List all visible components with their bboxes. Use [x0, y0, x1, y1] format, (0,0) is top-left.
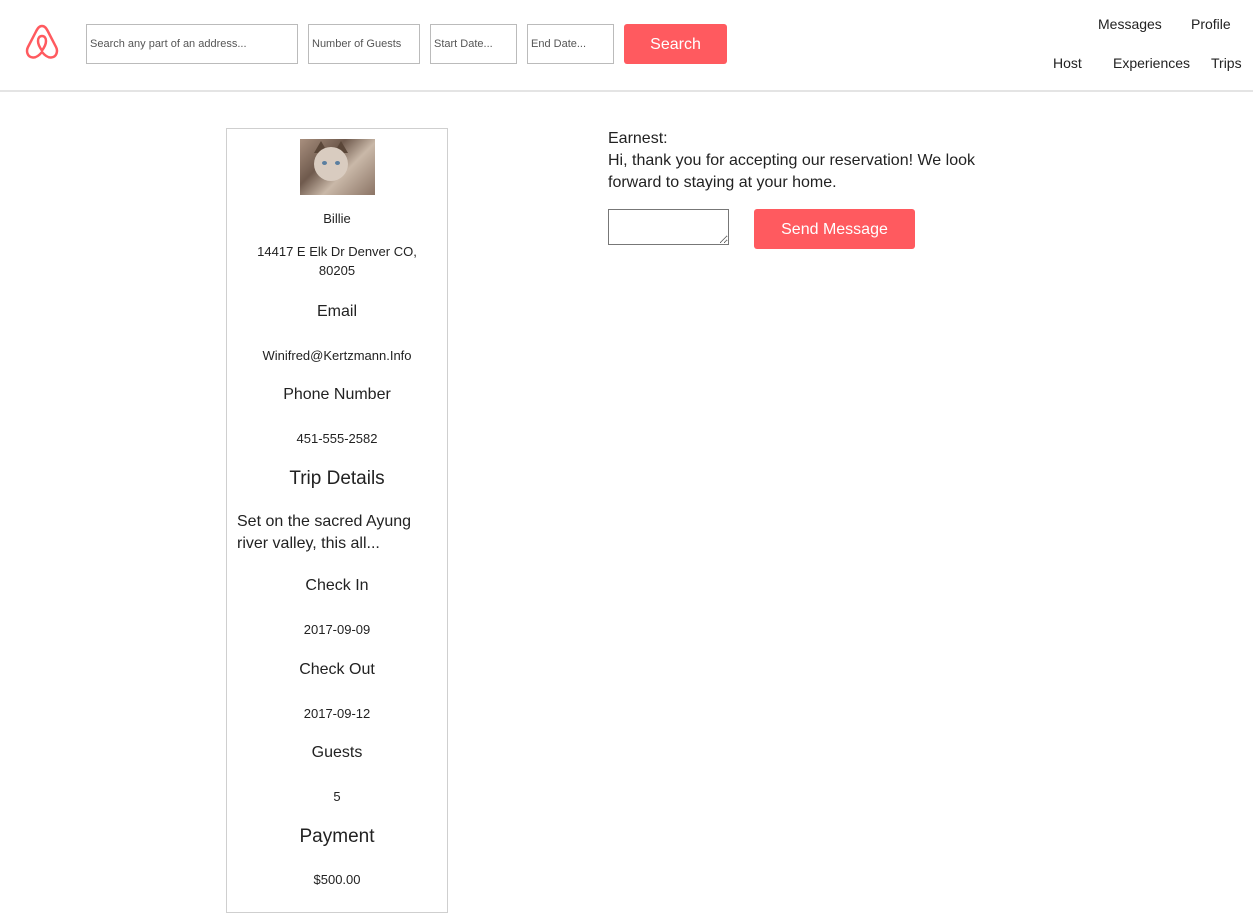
- cat-head: [314, 147, 348, 181]
- nav-trips-link[interactable]: Trips: [1211, 55, 1242, 71]
- payment-heading: Payment: [299, 826, 375, 847]
- message-input[interactable]: [608, 209, 729, 245]
- guests-input[interactable]: [308, 24, 420, 64]
- top-header: Search Messages Profile Host Experiences…: [0, 0, 1253, 92]
- nav-host-link[interactable]: Host: [1053, 55, 1082, 71]
- phone-label: Phone Number: [283, 386, 391, 403]
- send-message-button[interactable]: Send Message: [754, 209, 915, 249]
- guest-phone: 451-555-2582: [296, 431, 378, 446]
- check-out-date: 2017-09-12: [303, 706, 371, 721]
- start-date-input[interactable]: [430, 24, 517, 64]
- cat-eye-right: [335, 161, 340, 165]
- cat-eye-left: [322, 161, 327, 165]
- guests-count: 5: [333, 789, 341, 804]
- email-label: Email: [316, 303, 357, 320]
- message-thread: Earnest: Hi, thank you for accepting our…: [608, 128, 1008, 194]
- guest-name: Billie: [323, 211, 351, 226]
- nav-profile-link[interactable]: Profile: [1191, 16, 1231, 32]
- check-out-label: Check Out: [299, 661, 375, 678]
- trip-description: Set on the sacred Ayung river valley, th…: [237, 513, 412, 552]
- address-search-input[interactable]: [86, 24, 298, 64]
- nav-messages-link[interactable]: Messages: [1098, 16, 1162, 32]
- guest-email: Winifred@Kertzmann.Info: [262, 348, 412, 363]
- airbnb-logo-icon[interactable]: [22, 22, 62, 62]
- end-date-input[interactable]: [527, 24, 614, 64]
- trip-details-heading: Trip Details: [289, 468, 385, 489]
- check-in-label: Check In: [305, 577, 369, 594]
- guest-address: 14417 E Elk Dr Denver CO, 80205: [257, 244, 417, 278]
- nav-experiences-link[interactable]: Experiences: [1113, 55, 1190, 71]
- guest-details-card: Billie 14417 E Elk Dr Denver CO, 80205 E…: [226, 128, 448, 913]
- message-text: Hi, thank you for accepting our reservat…: [608, 152, 975, 191]
- search-button[interactable]: Search: [624, 24, 727, 64]
- message-author: Earnest:: [608, 130, 668, 147]
- payment-amount: $500.00: [313, 872, 361, 887]
- guests-label: Guests: [311, 744, 363, 761]
- check-in-date: 2017-09-09: [303, 622, 371, 637]
- guest-avatar: [300, 139, 375, 195]
